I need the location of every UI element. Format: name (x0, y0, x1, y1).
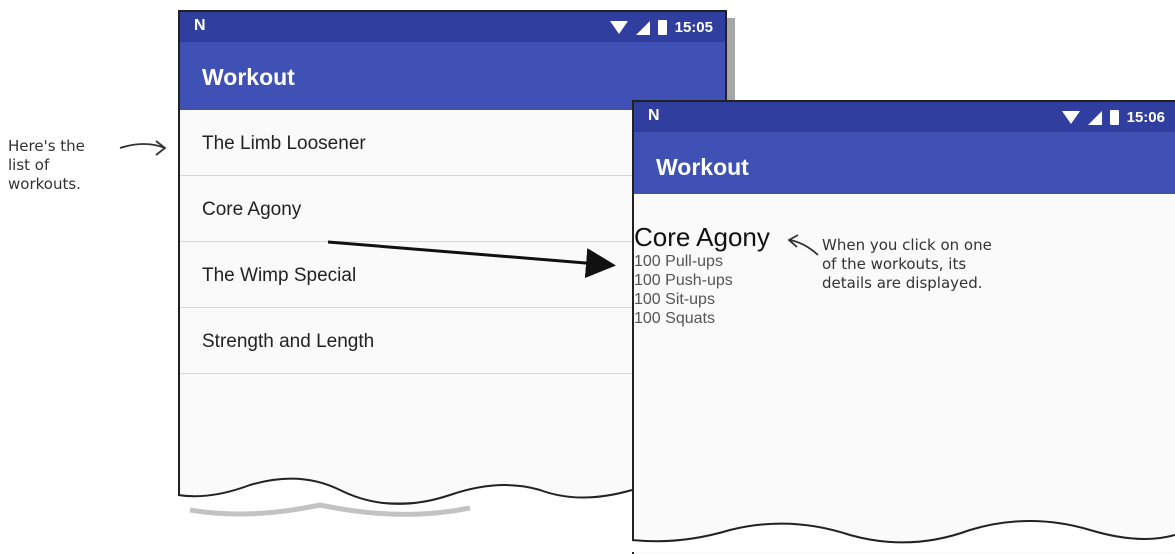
annotation-arrows (119, 140, 819, 278)
core-agony-arrow (327, 240, 616, 278)
detail-annotation-line: details are displayed. (822, 274, 983, 292)
detail-annotation-line: of the workouts, its (822, 255, 967, 273)
detail-annotation-line: When you click on one (822, 236, 992, 254)
detail-annotation: When you click on one of the workouts, i… (822, 236, 992, 293)
detail-arrow (789, 239, 819, 256)
list-arrow (119, 143, 166, 149)
